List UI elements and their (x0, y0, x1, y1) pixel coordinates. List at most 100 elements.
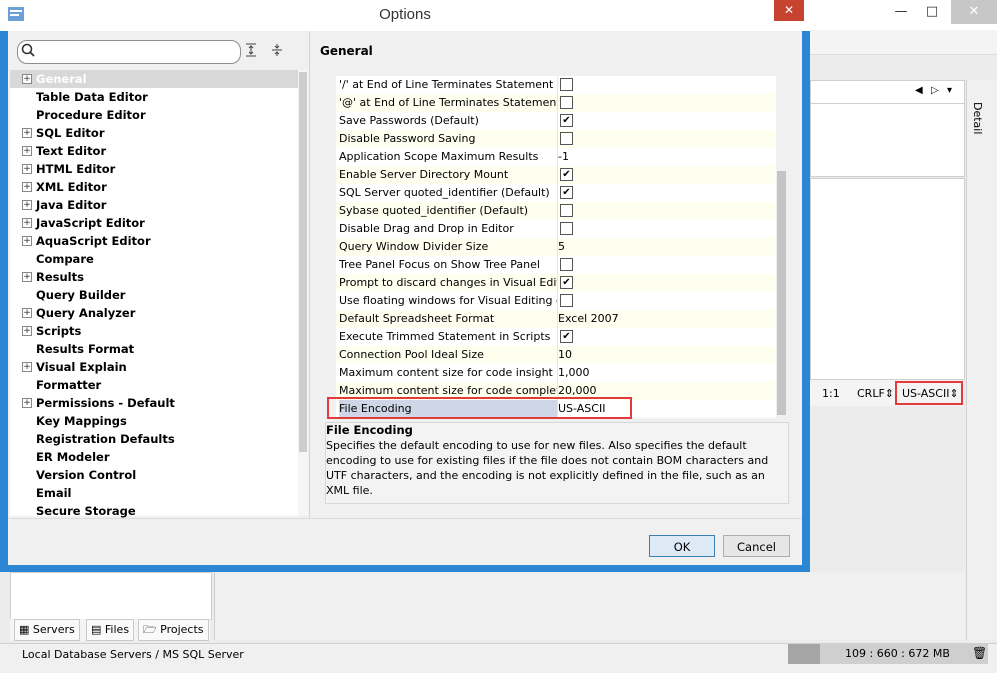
expand-icon[interactable]: + (22, 236, 32, 246)
main-close-icon[interactable]: ✕ (951, 0, 997, 24)
minimize-icon[interactable]: — (884, 0, 918, 24)
tree-item[interactable]: Registration Defaults (10, 430, 298, 448)
grid-scroll-thumb[interactable] (777, 171, 786, 415)
expand-all-icon[interactable] (244, 43, 258, 57)
setting-checkbox[interactable]: ✔ (560, 168, 573, 181)
setting-name: Default Spreadsheet Format (339, 312, 495, 325)
settings-row[interactable]: Sybase quoted_identifier (Default) (336, 202, 776, 220)
tree-item-label: Procedure Editor (36, 108, 146, 122)
tree-item[interactable]: Version Control (10, 466, 298, 484)
maximize-icon[interactable]: □ (915, 0, 949, 24)
tree-item[interactable]: + JavaScript Editor (10, 214, 298, 232)
expand-icon[interactable]: + (22, 200, 32, 210)
cancel-button[interactable]: Cancel (723, 535, 790, 557)
tree-item[interactable]: + AquaScript Editor (10, 232, 298, 250)
settings-row[interactable]: '/' at End of Line Terminates Statement (336, 76, 776, 94)
expand-icon[interactable]: + (22, 308, 32, 318)
setting-checkbox[interactable] (560, 294, 573, 307)
setting-checkbox[interactable] (560, 78, 573, 91)
tree-item[interactable]: + Query Analyzer (10, 304, 298, 322)
expand-icon[interactable]: + (22, 182, 32, 192)
detail-side-bar (966, 80, 997, 640)
setting-value[interactable]: -1 (558, 148, 774, 165)
settings-row[interactable]: Maximum content size for code insight (K… (336, 364, 776, 382)
collapse-all-icon[interactable] (270, 43, 284, 57)
expand-icon[interactable]: + (22, 362, 32, 372)
settings-row[interactable]: Use floating windows for Visual Editing … (336, 292, 776, 310)
expand-icon[interactable]: + (22, 326, 32, 336)
ok-button[interactable]: OK (649, 535, 715, 557)
memory-text: 109 : 660 : 672 MB (845, 647, 950, 660)
tree-scroll-thumb[interactable] (299, 72, 307, 452)
tree-item[interactable]: Compare (10, 250, 298, 268)
dialog-close-icon[interactable]: ✕ (774, 0, 804, 21)
setting-checkbox[interactable] (560, 132, 573, 145)
tree-item[interactable]: + XML Editor (10, 178, 298, 196)
expand-icon[interactable]: + (22, 218, 32, 228)
settings-row[interactable]: Disable Drag and Drop in Editor (336, 220, 776, 238)
settings-row[interactable]: Save Passwords (Default) ✔ (336, 112, 776, 130)
setting-checkbox[interactable] (560, 258, 573, 271)
tree-item[interactable]: Formatter (10, 376, 298, 394)
settings-row[interactable]: Disable Password Saving (336, 130, 776, 148)
encoding-select[interactable]: US-ASCII⇕ (902, 387, 959, 400)
settings-row[interactable]: Query Window Divider Size 5 (336, 238, 776, 256)
setting-name: Disable Drag and Drop in Editor (339, 222, 514, 235)
setting-checkbox[interactable]: ✔ (560, 186, 573, 199)
setting-name: SQL Server quoted_identifier (Default) (339, 186, 550, 199)
tab-servers[interactable]: ▦ Servers (14, 619, 80, 641)
setting-value[interactable]: 5 (558, 238, 774, 255)
settings-row[interactable]: Tree Panel Focus on Show Tree Panel (336, 256, 776, 274)
tab-scroll-right-icon[interactable]: ▷ (931, 85, 939, 96)
tree-item[interactable]: + HTML Editor (10, 160, 298, 178)
expand-icon[interactable]: + (22, 146, 32, 156)
tree-item[interactable]: Query Builder (10, 286, 298, 304)
setting-value[interactable]: Excel 2007 (558, 310, 774, 327)
expand-icon[interactable]: + (22, 398, 32, 408)
tree-item[interactable]: ER Modeler (10, 448, 298, 466)
setting-checkbox[interactable]: ✔ (560, 114, 573, 127)
settings-row[interactable]: '@' at End of Line Terminates Statement (336, 94, 776, 112)
tree-item[interactable]: Table Data Editor (10, 88, 298, 106)
setting-checkbox[interactable]: ✔ (560, 330, 573, 343)
setting-checkbox[interactable] (560, 96, 573, 109)
expand-icon[interactable]: + (22, 272, 32, 282)
tree-item[interactable]: + Permissions - Default (10, 394, 298, 412)
expand-icon[interactable]: + (22, 128, 32, 138)
tab-projects[interactable]: 🗁 Projects (138, 619, 209, 641)
settings-row[interactable]: Execute Trimmed Statement in Scripts ✔ (336, 328, 776, 346)
settings-row[interactable]: Enable Server Directory Mount ✔ (336, 166, 776, 184)
tree-item[interactable]: + SQL Editor (10, 124, 298, 142)
tree-item[interactable]: + Results (10, 268, 298, 286)
tree-item[interactable]: Email (10, 484, 298, 502)
tree-item[interactable]: Results Format (10, 340, 298, 358)
search-input[interactable] (17, 40, 241, 64)
settings-row[interactable]: Application Scope Maximum Results -1 (336, 148, 776, 166)
tree-item[interactable]: + Text Editor (10, 142, 298, 160)
setting-checkbox[interactable] (560, 204, 573, 217)
tree-item[interactable]: Key Mappings (10, 412, 298, 430)
setting-checkbox[interactable] (560, 222, 573, 235)
expand-icon[interactable]: + (22, 164, 32, 174)
settings-row[interactable]: SQL Server quoted_identifier (Default) ✔ (336, 184, 776, 202)
setting-value[interactable]: 1,000 (558, 364, 774, 381)
setting-name: Enable Server Directory Mount (339, 168, 509, 181)
tab-files[interactable]: ▤ Files (86, 619, 135, 641)
tree-item[interactable]: + General (10, 70, 298, 88)
settings-row[interactable]: Prompt to discard changes in Visual Edit… (336, 274, 776, 292)
tab-list-icon[interactable]: ▾ (947, 85, 952, 96)
setting-name: '@' at End of Line Terminates Statement (339, 96, 557, 109)
trash-icon[interactable]: 🗑 (972, 646, 987, 660)
setting-checkbox[interactable]: ✔ (560, 276, 573, 289)
line-ending-select[interactable]: CRLF⇕ (857, 387, 894, 400)
tab-scroll-left-icon[interactable]: ◀ (915, 85, 923, 96)
tree-item[interactable]: Procedure Editor (10, 106, 298, 124)
detail-tab[interactable]: Detail (971, 102, 984, 134)
settings-row[interactable]: Connection Pool Ideal Size 10 (336, 346, 776, 364)
tree-item[interactable]: + Visual Explain (10, 358, 298, 376)
tree-item[interactable]: + Java Editor (10, 196, 298, 214)
setting-value[interactable]: 10 (558, 346, 774, 363)
expand-icon[interactable]: + (22, 74, 32, 84)
tree-item[interactable]: + Scripts (10, 322, 298, 340)
settings-row[interactable]: Default Spreadsheet Format Excel 2007 (336, 310, 776, 328)
